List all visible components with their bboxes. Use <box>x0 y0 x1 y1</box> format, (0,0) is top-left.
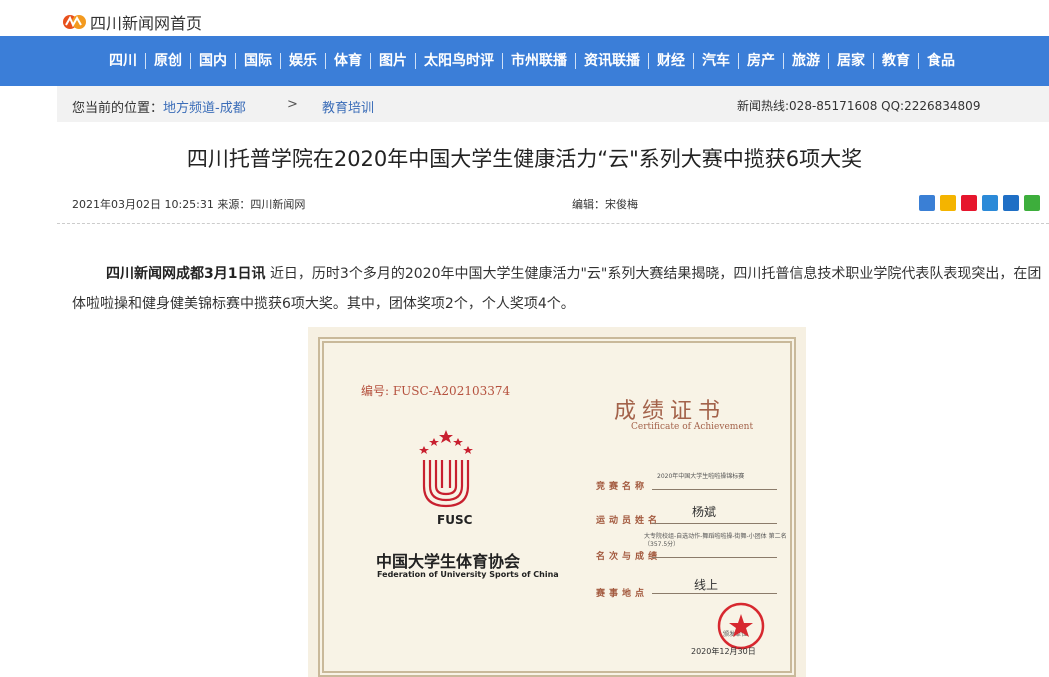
nav-item[interactable]: 四川 <box>101 53 146 69</box>
nav-item[interactable]: 娱乐 <box>281 53 326 69</box>
nav-item[interactable]: 市州联播 <box>503 53 576 69</box>
org-name-en: Federation of University Sports of China <box>377 570 559 579</box>
nav-item[interactable]: 国内 <box>191 53 236 69</box>
source-label: 来源： <box>217 198 251 211</box>
nav-item[interactable]: 财经 <box>649 53 694 69</box>
certificate-title: 成绩证书 <box>614 399 727 424</box>
nav-item[interactable]: 原创 <box>146 53 191 69</box>
row-result-value: 大专院校组-自选动作-舞蹈啦啦操-街舞-小团体 第二名（357.5分） <box>644 533 787 548</box>
nav-item[interactable]: 房产 <box>739 53 784 69</box>
certificate-image: 编号: FUSC-A202103374 成绩证书 Certificate of … <box>308 327 806 677</box>
article-lead: 四川新闻网成都3月1日讯 <box>106 266 266 282</box>
row-event-label: 竞赛名称 <box>596 482 649 492</box>
certificate-event-title: 2020年中国大学生啦啦操锦标赛 <box>657 473 745 480</box>
nav-item[interactable]: 教育 <box>874 53 919 69</box>
nav-item[interactable]: 国际 <box>236 53 281 69</box>
share-more-icon[interactable] <box>919 195 935 211</box>
fusc-emblem-icon <box>419 430 473 508</box>
official-seal-icon <box>717 602 765 650</box>
nav-item[interactable]: 旅游 <box>784 53 829 69</box>
breadcrumb-separator: > <box>287 97 298 112</box>
share-weibo-icon[interactable] <box>961 195 977 211</box>
nav-item[interactable]: 体育 <box>326 53 371 69</box>
row-event-line <box>652 489 777 490</box>
breadcrumb: 您当前的位置：地方频道-成都 <box>72 97 246 116</box>
nav-item[interactable]: 汽车 <box>694 53 739 69</box>
divider <box>57 223 1049 224</box>
org-name-cn: 中国大学生体育协会 <box>376 552 521 571</box>
site-home-title[interactable]: 四川新闻网首页 <box>90 10 202 34</box>
main-nav: 四川 原创 国内 国际 娱乐 体育 图片 太阳鸟时评 市州联播 资讯联播 财经 汽车 房产 旅游 居家 教育食… <box>0 36 1049 86</box>
news-hotline: 新闻热线:028-85171608 QQ:2226834809 <box>737 99 981 113</box>
site-logo-link[interactable]: 四川新闻网首页 <box>62 10 202 34</box>
certificate-border: 编号: FUSC-A202103374 成绩证书 Certificate of … <box>318 337 796 677</box>
certificate-date: 2020年12月30日 <box>691 647 756 656</box>
row-athlete-label: 运动员姓名 <box>596 516 662 526</box>
share-tencent-icon[interactable] <box>982 195 998 211</box>
site-logo-icon <box>63 15 86 29</box>
row-athlete-value: 杨斌 <box>692 505 717 519</box>
share-qzone-icon[interactable] <box>940 195 956 211</box>
breadcrumb-link-chengdu[interactable]: 地方频道-成都 <box>163 101 246 116</box>
nav-item[interactable]: 资讯联播 <box>576 53 649 69</box>
publish-datetime: 2021年03月02日 10:25:31 <box>72 198 214 211</box>
nav-item[interactable]: 图片 <box>371 53 416 69</box>
row-venue-line <box>652 593 777 594</box>
article-meta: 2021年03月02日 10:25:31 来源：四川新闻网 <box>72 196 305 212</box>
row-result-label: 名次与成绩 <box>596 552 662 562</box>
nav-item[interactable]: 食品 <box>919 53 963 69</box>
breadcrumb-label: 您当前的位置： <box>72 101 164 116</box>
row-athlete-line <box>652 523 777 524</box>
row-venue-label: 赛事地点 <box>596 589 649 599</box>
certificate-number: 编号: FUSC-A202103374 <box>361 384 511 398</box>
nav-item[interactable]: 太阳鸟时评 <box>416 53 503 69</box>
share-toolbar <box>919 195 1040 211</box>
certificate-subtitle: Certificate of Achievement <box>631 422 754 432</box>
fusc-logo-text: FUSC <box>437 513 473 527</box>
share-wechat-icon[interactable] <box>1024 195 1040 211</box>
share-renren-icon[interactable] <box>1003 195 1019 211</box>
source-link[interactable]: 四川新闻网 <box>250 198 305 211</box>
article-title: 四川托普学院在2020年中国大学生健康活力“云"系列大赛中揽获6项大奖 <box>186 147 863 171</box>
nav-item[interactable]: 居家 <box>829 53 874 69</box>
breadcrumb-bar: 您当前的位置：地方频道-成都 > 教育培训 新闻热线:028-85171608 … <box>57 86 1049 122</box>
breadcrumb-link-education[interactable]: 教育培训 <box>322 97 374 116</box>
row-venue-value: 线上 <box>694 578 719 592</box>
row-result-line <box>652 557 777 558</box>
top-bar: 四川新闻网首页 <box>0 0 1049 36</box>
article-editor: 编辑：宋俊梅 <box>572 198 638 211</box>
nav-list: 四川 原创 国内 国际 娱乐 体育 图片 太阳鸟时评 市州联播 资讯联播 财经 汽车 房产 旅游 居家 教育食… <box>101 36 963 86</box>
article-body: 四川新闻网成都3月1日讯 近日，历时3个多月的2020年中国大学生健康活力"云"… <box>72 259 1042 319</box>
